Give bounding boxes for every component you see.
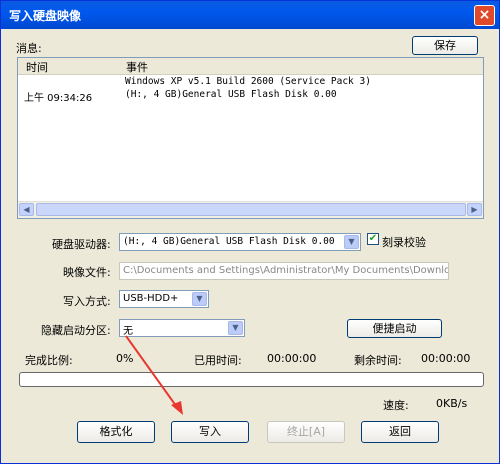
- image-file-field[interactable]: C:\Documents and Settings\Administrator\…: [119, 262, 449, 280]
- log-row-2-time: 上午 09:34:26: [24, 93, 93, 104]
- hidden-partition-value: 无: [123, 326, 133, 337]
- drive-label: 硬盘驱动器:: [52, 238, 111, 251]
- window-title: 写入硬盘映像: [9, 9, 82, 23]
- write-method-value: USB-HDD+: [123, 293, 179, 304]
- title-bar[interactable]: 写入硬盘映像 ×: [1, 1, 499, 29]
- hidden-partition-select[interactable]: 无 ▼: [119, 319, 245, 337]
- verify-label[interactable]: 刻录校验: [382, 234, 426, 250]
- write-disk-image-dialog: 写入硬盘映像 × 消息: 保存 时间 事件 Windows XP v5.1 Bu…: [0, 0, 500, 464]
- write-button[interactable]: 写入: [171, 421, 249, 443]
- remaining-value: 00:00:00: [421, 352, 471, 365]
- remaining-label: 剩余时间:: [354, 354, 402, 367]
- messages-label: 消息:: [16, 42, 42, 55]
- chevron-down-icon[interactable]: ▼: [344, 235, 359, 249]
- arrow-head: [171, 401, 183, 415]
- speed-value: 0KB/s: [436, 397, 468, 410]
- quick-boot-button[interactable]: 便捷启动: [347, 319, 442, 338]
- elapsed-label: 已用时间:: [194, 354, 242, 367]
- ratio-value: 0%: [116, 352, 134, 365]
- speed-label: 速度:: [383, 399, 409, 412]
- back-button[interactable]: 返回: [361, 421, 439, 443]
- save-button[interactable]: 保存: [412, 36, 478, 55]
- log-row-2-event: (H:, 4 GB)General USB Flash Disk 0.00: [125, 89, 337, 100]
- scroll-left-icon[interactable]: ◀: [19, 203, 34, 216]
- close-icon: ×: [478, 7, 491, 23]
- chevron-down-icon[interactable]: ▼: [228, 321, 243, 335]
- progress-bar: [19, 372, 484, 387]
- verify-checkbox[interactable]: ✔: [367, 233, 379, 245]
- elapsed-value: 00:00:00: [267, 352, 317, 365]
- horizontal-scrollbar[interactable]: ◀ ▶: [18, 201, 483, 218]
- drive-select[interactable]: (H:, 4 GB)General USB Flash Disk 0.00 ▼: [119, 233, 361, 251]
- ratio-label: 完成比例:: [25, 354, 73, 367]
- column-header-time[interactable]: 时间: [26, 59, 48, 75]
- hidden-partition-label: 隐藏启动分区:: [41, 324, 111, 337]
- chevron-down-icon[interactable]: ▼: [192, 292, 207, 306]
- close-button[interactable]: ×: [474, 5, 495, 26]
- scroll-right-icon[interactable]: ▶: [467, 203, 482, 216]
- message-log[interactable]: 时间 事件 Windows XP v5.1 Build 2600 (Servic…: [17, 57, 484, 219]
- format-button[interactable]: 格式化: [77, 421, 155, 443]
- column-header-event[interactable]: 事件: [126, 59, 148, 75]
- stop-button: 终止[A]: [267, 421, 345, 443]
- log-row-1-event: Windows XP v5.1 Build 2600 (Service Pack…: [125, 76, 371, 87]
- scroll-thumb[interactable]: [36, 203, 466, 216]
- image-file-label: 映像文件:: [63, 266, 111, 279]
- write-method-label: 写入方式:: [63, 295, 111, 308]
- drive-select-value: (H:, 4 GB)General USB Flash Disk 0.00: [123, 236, 335, 247]
- write-method-select[interactable]: USB-HDD+ ▼: [119, 290, 209, 308]
- log-header: 时间 事件: [18, 58, 483, 75]
